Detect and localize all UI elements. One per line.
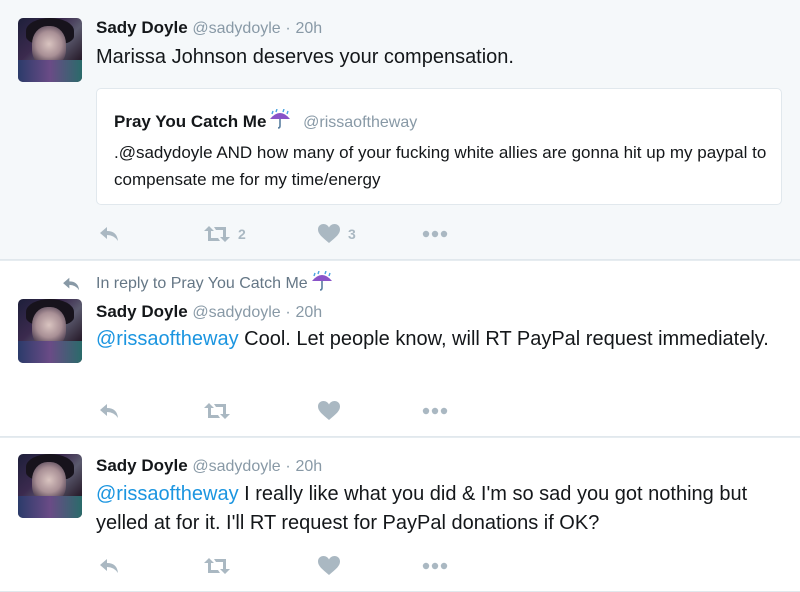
more-icon (422, 230, 448, 238)
tweet-text: Marissa Johnson deserves your compensati… (96, 46, 514, 68)
tweet-header: Sady Doyle @sadydoyle · 20h (96, 456, 322, 476)
timestamp[interactable]: 20h (295, 304, 322, 321)
avatar[interactable] (18, 454, 82, 518)
tweet-text: @rissaoftheway Cool. Let people know, wi… (96, 325, 786, 354)
author-handle[interactable]: @sadydoyle (192, 20, 280, 37)
like-count: 3 (348, 226, 356, 242)
retweet-count: 2 (238, 226, 246, 242)
retweet-icon (204, 403, 230, 419)
tweet-header: Sady Doyle @sadydoyle · 20h (96, 302, 322, 322)
author-name[interactable]: Sady Doyle (96, 18, 188, 37)
in-reply-to[interactable]: In reply to Pray You Catch Me (62, 270, 348, 296)
quoted-author-name: Pray You Catch Me (114, 112, 267, 131)
quoted-tweet[interactable]: Pray You Catch Me @rissaoftheway .@sadyd… (96, 88, 782, 205)
more-button[interactable] (422, 554, 448, 578)
umbrella-with-rain-emoji-icon (268, 108, 292, 134)
reply-button[interactable] (99, 554, 121, 578)
avatar[interactable] (18, 18, 82, 82)
heart-icon (318, 401, 340, 420)
quoted-tweet-text: .@sadydoyle AND how many of your fucking… (114, 143, 767, 189)
more-button[interactable] (422, 222, 448, 246)
more-button[interactable] (422, 399, 448, 423)
reply-icon (100, 227, 118, 241)
quoted-author-handle: @rissaoftheway (303, 114, 418, 131)
retweet-icon (204, 226, 230, 242)
quoted-tweet-header: Pray You Catch Me @rissaoftheway (114, 108, 418, 134)
reply-icon (100, 559, 118, 573)
tweet-actions: 2 3 (96, 222, 496, 246)
tweet-body: Cool. Let people know, will RT PayPal re… (238, 328, 769, 350)
like-button[interactable] (318, 554, 340, 578)
mention-link[interactable]: @rissaoftheway (96, 328, 239, 350)
reply-icon (100, 404, 118, 418)
retweet-button[interactable] (204, 554, 230, 578)
tweet[interactable]: In reply to Pray You Catch Me Sady Doyle… (0, 261, 800, 437)
retweet-icon (204, 558, 230, 574)
mention-link[interactable]: @rissaoftheway (96, 483, 239, 505)
author-handle[interactable]: @sadydoyle (192, 458, 280, 475)
separator: · (285, 20, 291, 37)
like-button[interactable] (318, 399, 340, 423)
retweet-button[interactable] (204, 399, 230, 423)
reply-button[interactable] (99, 222, 121, 246)
more-icon (422, 407, 448, 415)
author-name[interactable]: Sady Doyle (96, 302, 188, 321)
tweet-actions (96, 399, 496, 423)
reply-button[interactable] (99, 399, 121, 423)
tweet-text: @rissaoftheway I really like what you di… (96, 480, 786, 538)
like-button[interactable]: 3 (318, 222, 356, 246)
more-icon (422, 562, 448, 570)
heart-icon (318, 224, 340, 243)
timestamp[interactable]: 20h (295, 20, 322, 37)
author-handle[interactable]: @sadydoyle (192, 304, 280, 321)
in-reply-to-text[interactable]: In reply to Pray You Catch Me (96, 275, 308, 293)
tweet-actions (96, 554, 496, 578)
retweet-button[interactable]: 2 (204, 222, 246, 246)
reply-icon (63, 277, 80, 290)
avatar[interactable] (18, 299, 82, 363)
umbrella-with-rain-emoji-icon (310, 270, 348, 296)
timestamp[interactable]: 20h (295, 458, 322, 475)
tweet[interactable]: Sady Doyle @sadydoyle · 20h @rissaofthew… (0, 438, 800, 592)
separator: · (285, 458, 291, 475)
tweet[interactable]: Sady Doyle @sadydoyle · 20h Marissa John… (0, 0, 800, 260)
tweet-header: Sady Doyle @sadydoyle · 20h (96, 18, 322, 38)
author-name[interactable]: Sady Doyle (96, 456, 188, 475)
separator: · (285, 304, 291, 321)
heart-icon (318, 556, 340, 575)
